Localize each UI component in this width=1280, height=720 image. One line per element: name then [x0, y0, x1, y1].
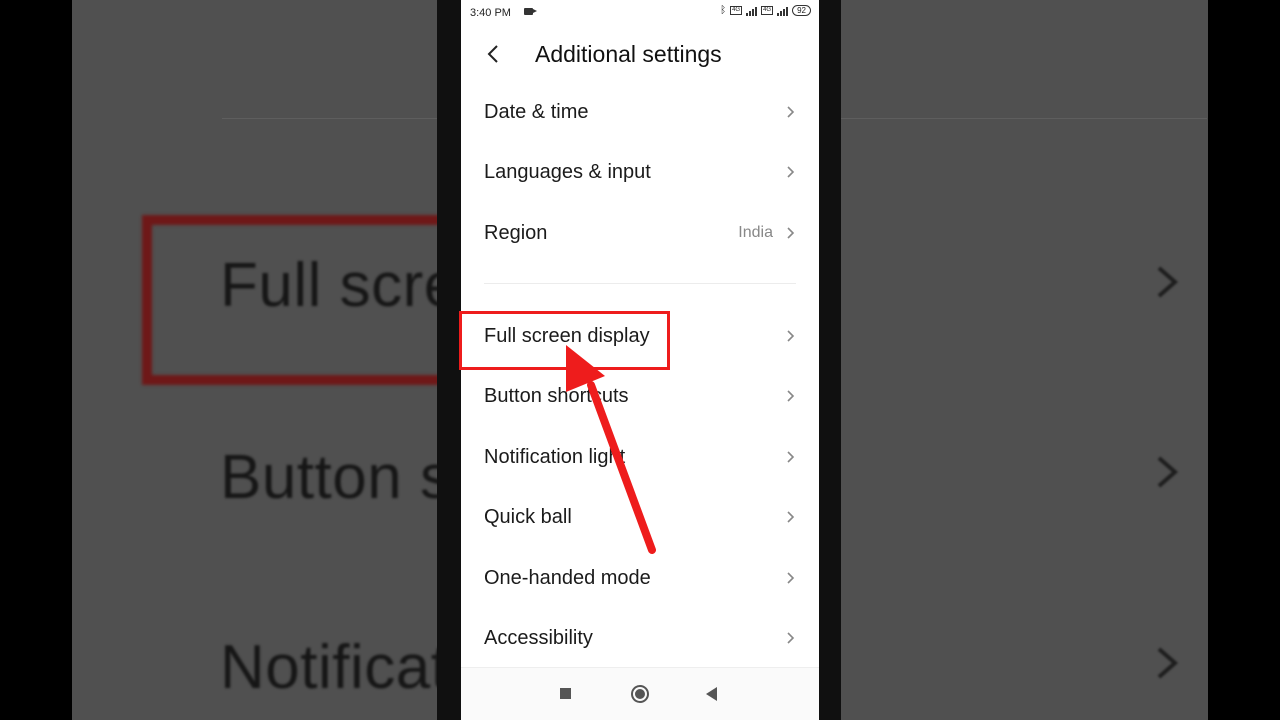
- header: Additional settings: [461, 30, 819, 78]
- status-bar: 3:40 PM ᛒ 4G 4G 92: [461, 0, 819, 26]
- bg-chevron-icon: [1157, 647, 1179, 679]
- battery-icon: 92: [792, 5, 811, 16]
- bluetooth-icon: ᛒ: [720, 4, 727, 16]
- video-camera-icon: [524, 8, 537, 15]
- settings-item-notification-light[interactable]: Notification light: [461, 427, 819, 487]
- back-arrow-icon[interactable]: [483, 43, 505, 65]
- chevron-right-icon: [787, 632, 795, 644]
- volte-icon: 4G: [761, 6, 774, 15]
- region-value: India: [738, 224, 773, 241]
- settings-item-label: Quick ball: [484, 505, 572, 528]
- settings-item-date-time[interactable]: Date & time: [461, 82, 819, 142]
- chevron-right-icon: [787, 330, 795, 342]
- signal-icon: [777, 6, 789, 16]
- settings-item-label: Notification light: [484, 445, 626, 468]
- settings-item-label: One-handed mode: [484, 566, 651, 589]
- settings-item-label: Region: [484, 221, 548, 244]
- chevron-right-icon: [787, 106, 795, 118]
- back-icon[interactable]: [706, 687, 717, 701]
- settings-item-quick-ball[interactable]: Quick ball: [461, 487, 819, 547]
- chevron-right-icon: [787, 390, 795, 402]
- chevron-right-icon: [787, 511, 795, 523]
- bg-chevron-icon: [1157, 266, 1179, 298]
- recents-icon[interactable]: [560, 688, 571, 699]
- page-title: Additional settings: [535, 41, 722, 67]
- settings-item-label: Date & time: [484, 100, 589, 123]
- chevron-right-icon: [787, 572, 795, 584]
- settings-item-label: Languages & input: [484, 160, 651, 183]
- section-divider: [484, 283, 796, 284]
- settings-item-languages-input[interactable]: Languages & input: [461, 142, 819, 202]
- status-time: 3:40 PM: [470, 7, 511, 19]
- settings-item-region[interactable]: Region India: [461, 203, 819, 263]
- navigation-bar: [461, 667, 819, 720]
- annotation-highlight-box: [459, 311, 670, 370]
- chevron-right-icon: [787, 451, 795, 463]
- chevron-right-icon: [787, 227, 795, 239]
- settings-item-button-shortcuts[interactable]: Button shortcuts: [461, 366, 819, 426]
- status-icons: ᛒ 4G 4G 92: [720, 5, 811, 16]
- chevron-right-icon: [787, 166, 795, 178]
- phone-bezel-left: [437, 0, 461, 720]
- bg-chevron-icon: [1157, 456, 1179, 488]
- phone-bezel-right: [819, 0, 841, 720]
- settings-item-label: Button shortcuts: [484, 384, 629, 407]
- settings-item-one-handed-mode[interactable]: One-handed mode: [461, 548, 819, 608]
- home-icon[interactable]: [631, 685, 649, 703]
- signal-icon: [746, 6, 758, 16]
- volte-icon: 4G: [730, 6, 743, 15]
- settings-item-accessibility[interactable]: Accessibility: [461, 608, 819, 668]
- settings-item-label: Accessibility: [484, 626, 593, 649]
